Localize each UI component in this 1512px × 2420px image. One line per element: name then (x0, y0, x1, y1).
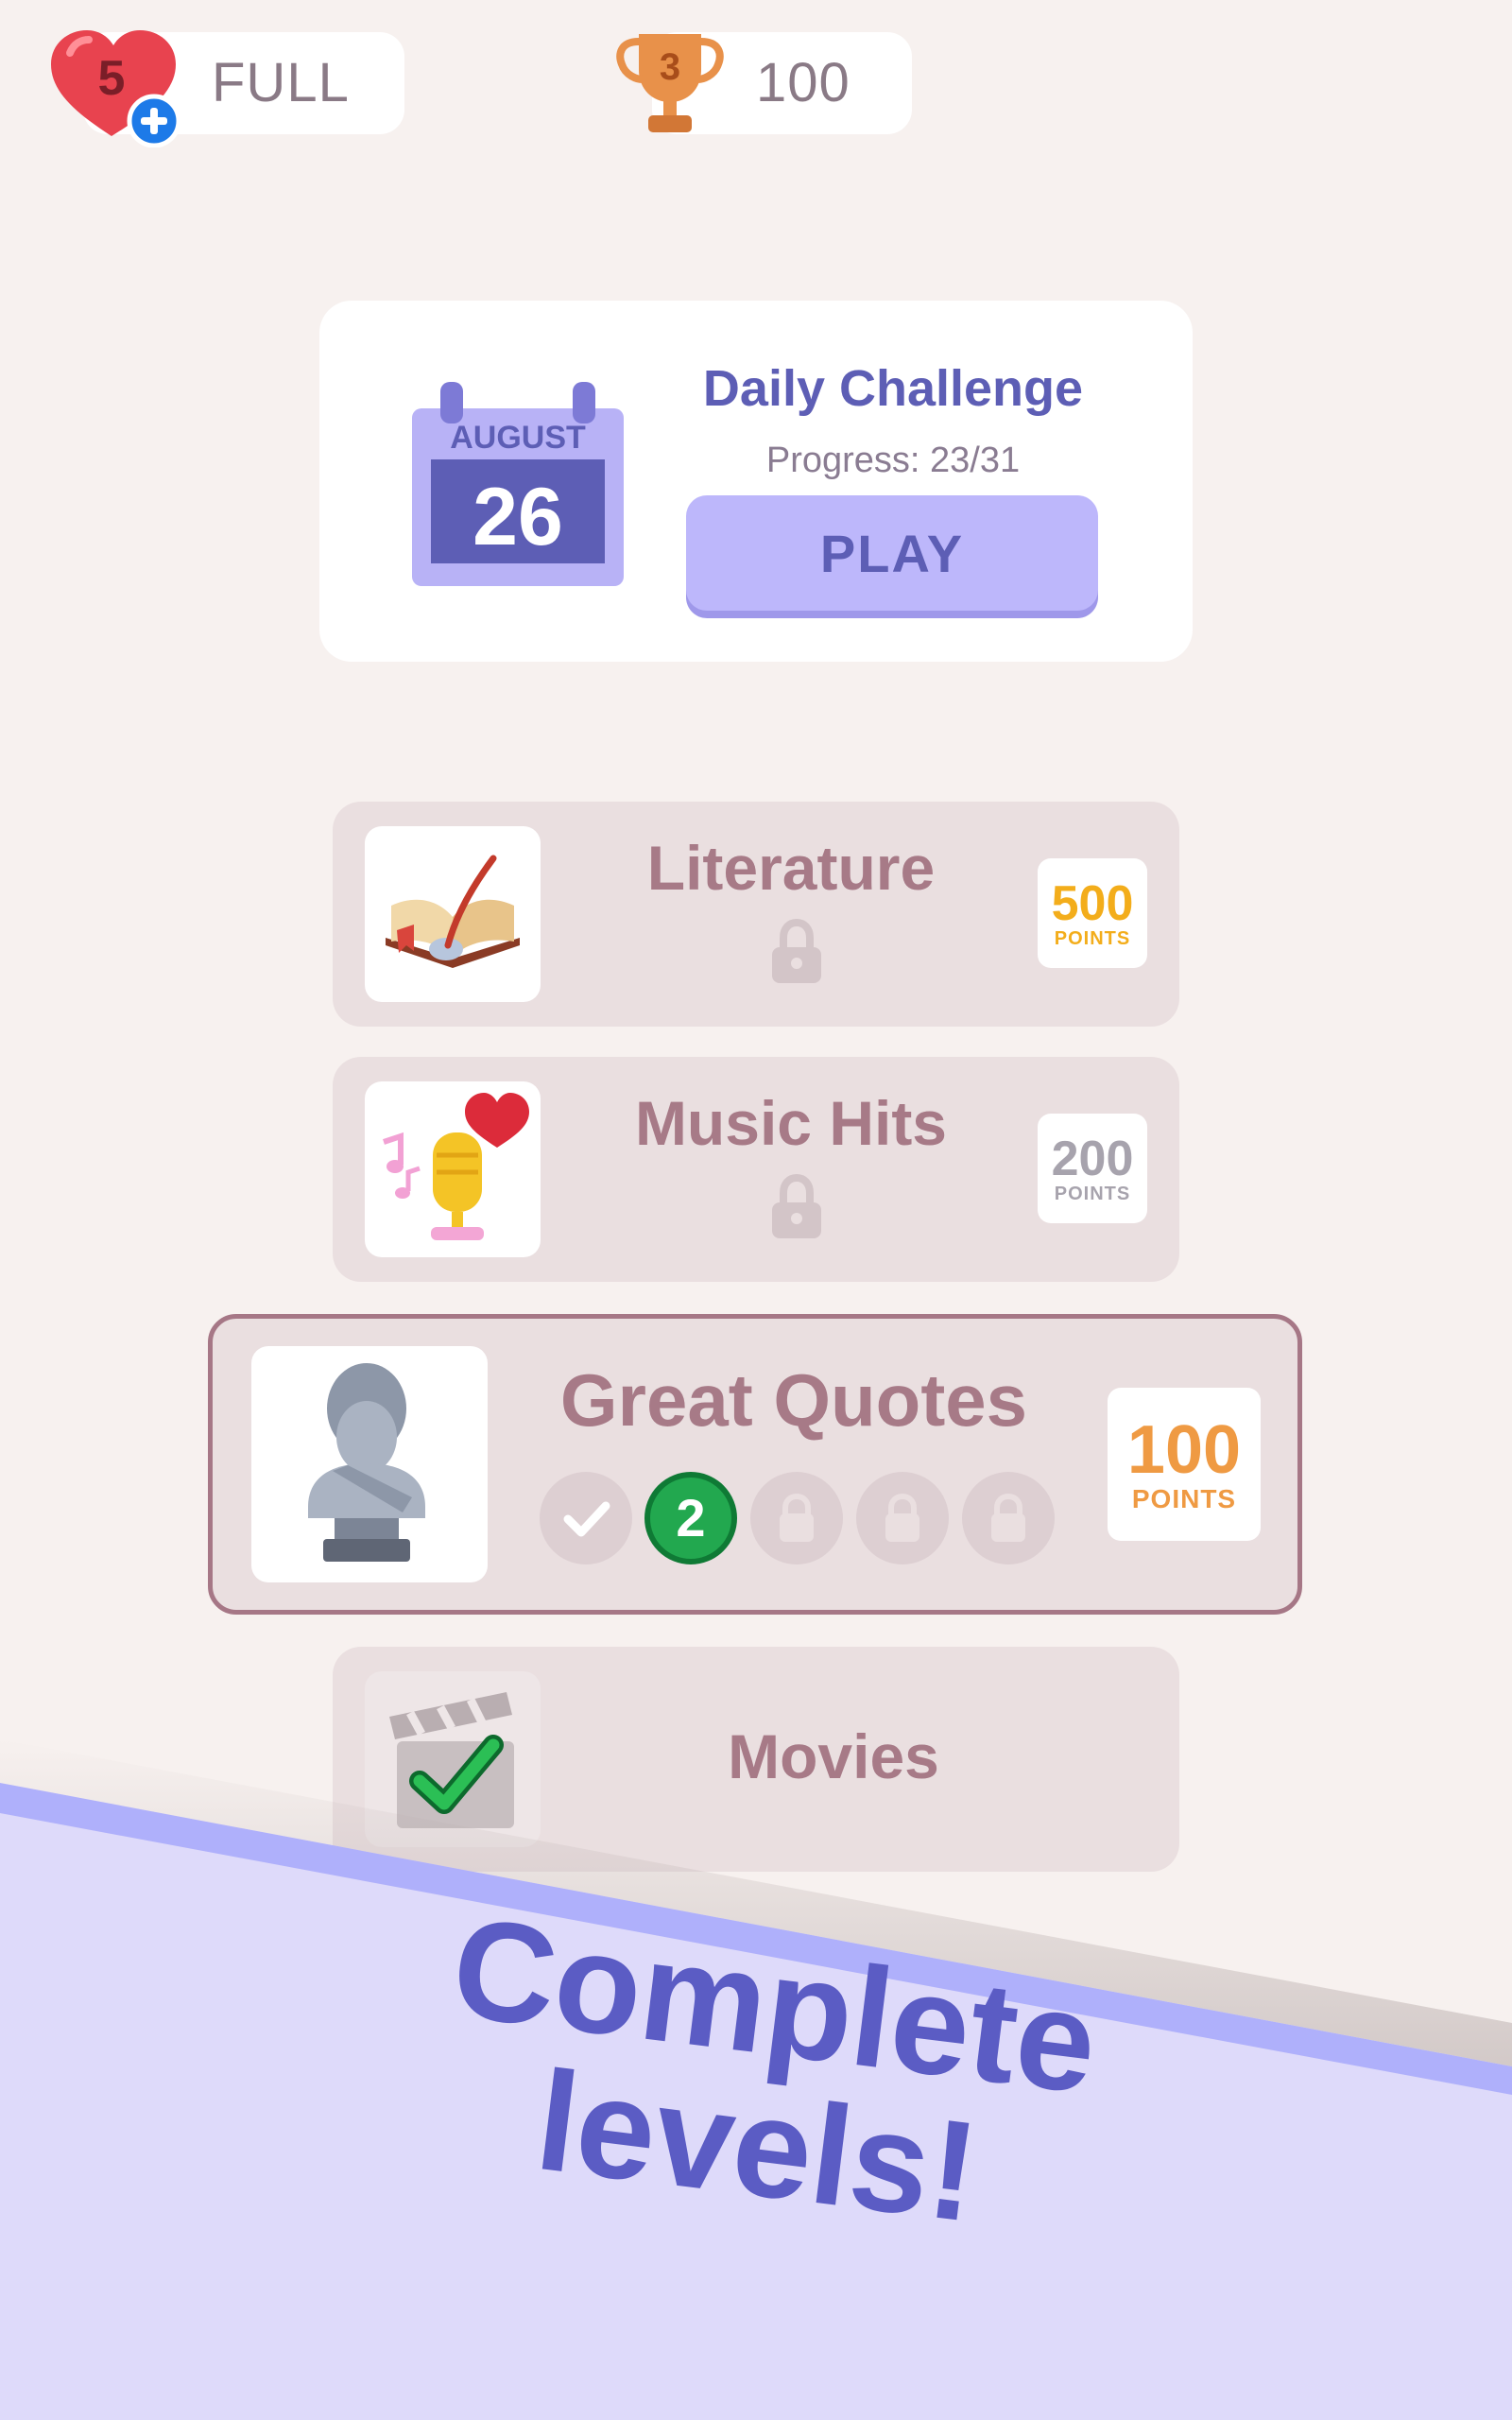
checkmark-icon (563, 1501, 610, 1537)
lock-icon (885, 1493, 919, 1542)
points-label: POINTS (1054, 928, 1131, 949)
bust-statue-icon (308, 1363, 425, 1562)
lock-icon (780, 1493, 814, 1542)
literature-thumbnail (365, 826, 541, 1002)
heart-icon[interactable]: 5 (45, 25, 187, 147)
level-title-great-quotes: Great Quotes (559, 1358, 1028, 1442)
level-step-completed[interactable] (540, 1472, 632, 1564)
lives-status-label: FULL (212, 52, 350, 113)
level-step-locked (856, 1472, 949, 1564)
open-book-icon (386, 855, 520, 968)
calendar-day: 26 (472, 472, 563, 562)
daily-challenge-progress: Progress: 23/31 (765, 441, 1021, 480)
points-badge-music-hits: 200 POINTS (1038, 1114, 1147, 1223)
score-value: 100 (756, 52, 850, 113)
movies-thumbnail (365, 1671, 541, 1847)
trophy-rank: 3 (660, 46, 680, 88)
lives-count: 5 (98, 51, 126, 106)
clapperboard-icon (389, 1692, 514, 1828)
lock-icon (772, 919, 821, 983)
level-step-current[interactable]: 2 (644, 1472, 737, 1564)
lock-icon (772, 1174, 821, 1238)
points-value: 100 (1126, 1412, 1242, 1488)
level-title-music-hits: Music Hits (634, 1088, 948, 1158)
points-badge-great-quotes: 100 POINTS (1108, 1388, 1261, 1541)
points-label: POINTS (1054, 1184, 1131, 1204)
daily-challenge-title: Daily Challenge (702, 360, 1084, 417)
points-label: POINTS (1131, 1484, 1237, 1513)
microphone-icon (383, 1093, 529, 1240)
lock-icon (991, 1493, 1025, 1542)
level-step-locked (962, 1472, 1055, 1564)
level-title-literature: Literature (646, 833, 936, 903)
points-value: 200 (1051, 1132, 1134, 1186)
level-step-locked (750, 1472, 843, 1564)
calendar-icon: AUGUST 26 (412, 382, 624, 586)
great-quotes-thumbnail (251, 1346, 488, 1582)
points-value: 500 (1051, 876, 1134, 931)
promo-headline: Complete levels! (0, 1842, 1512, 2308)
music-hits-thumbnail (365, 1081, 541, 1257)
calendar-month: AUGUST (450, 420, 586, 456)
trophy-icon: 3 (616, 34, 724, 132)
play-button[interactable]: PLAY (686, 495, 1098, 611)
level-title-movies: Movies (728, 1721, 939, 1791)
points-badge-literature: 500 POINTS (1038, 858, 1147, 968)
